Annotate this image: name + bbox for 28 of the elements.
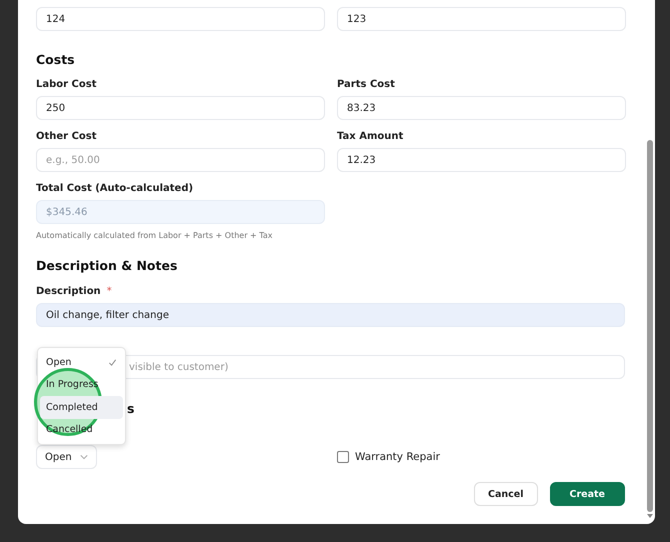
field-hint: Automatically calculated from Labor + Parts + Other + Tax [36, 231, 274, 240]
input-field[interactable]: 123 [337, 7, 626, 31]
cancel-button[interactable]: Cancel [474, 482, 538, 506]
input-field[interactable]: 83.23 [337, 96, 626, 120]
status-select[interactable]: Open [36, 445, 97, 469]
field-label: Total Cost (Auto-calculated) [36, 182, 194, 196]
field-label: Tax Amount [337, 130, 404, 144]
input-field[interactable]: 12.23 [337, 148, 626, 172]
checkbox-icon[interactable] [337, 451, 349, 463]
field-label: Description [36, 285, 101, 299]
field-label: Labor Cost [36, 78, 97, 92]
section-heading: s [127, 401, 136, 416]
field-label: Parts Cost [337, 78, 395, 92]
field-label: Other Cost [36, 130, 97, 144]
scroll-down-icon[interactable] [647, 514, 653, 518]
create-button[interactable]: Create [550, 482, 625, 506]
input-field[interactable]: e.g., 50.00 [36, 148, 325, 172]
input-field[interactable]: 250 [36, 96, 325, 120]
input-field[interactable]: Oil change, filter change [36, 303, 625, 327]
section-heading: Description & Notes [36, 258, 178, 273]
section-heading: Costs [36, 52, 76, 67]
input-field[interactable]: 124 [36, 7, 325, 31]
required-mark: * [106, 285, 112, 299]
chevron-down-icon [80, 453, 88, 461]
warranty-checkbox[interactable]: Warranty Repair [337, 451, 626, 463]
menu-item[interactable]: Completed [40, 396, 123, 418]
scrollbar[interactable] [647, 140, 653, 512]
check-icon [108, 358, 117, 367]
